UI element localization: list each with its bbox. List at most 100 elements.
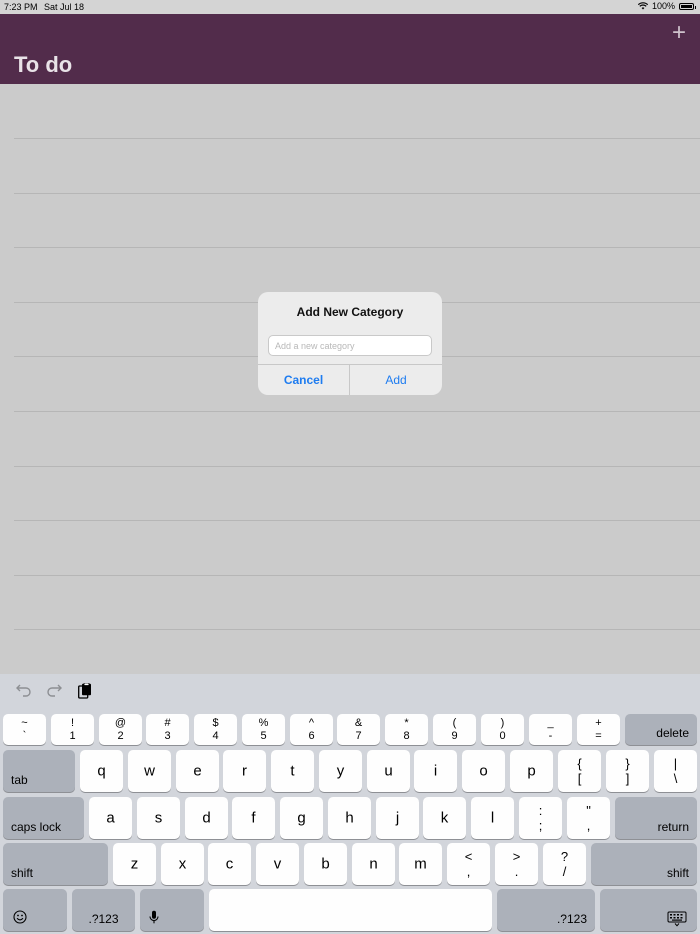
status-time: 7:23 PM — [4, 2, 38, 12]
key-6[interactable]: ^ 6 — [290, 714, 333, 745]
key-period[interactable]: >. — [495, 843, 538, 885]
keyboard-toolbar — [0, 674, 700, 710]
key-k[interactable]: k — [423, 797, 466, 839]
key-j[interactable]: j — [376, 797, 419, 839]
keyboard-dismiss-key[interactable] — [600, 889, 697, 931]
key-minus[interactable]: _ - — [529, 714, 572, 745]
key-bottom-char: ; — [538, 818, 543, 833]
key-1[interactable]: ! 1 — [51, 714, 94, 745]
key-s[interactable]: s — [137, 797, 180, 839]
key-bottom-char: , — [586, 818, 591, 833]
key-4[interactable]: $4 — [194, 714, 237, 745]
key-char: p — [527, 762, 536, 780]
key-top-char: _ — [547, 717, 554, 729]
key-comma[interactable]: <, — [447, 843, 490, 885]
return-key[interactable]: return — [615, 797, 697, 839]
key-char: u — [384, 762, 393, 780]
key-5[interactable]: % 5 — [242, 714, 285, 745]
key-char: h — [345, 809, 354, 827]
key-2[interactable]: @2 — [99, 714, 142, 745]
space-bar[interactable] — [209, 889, 492, 931]
navigation-bar: To do + — [0, 14, 700, 84]
key-b[interactable]: b — [304, 843, 347, 885]
key-char: d — [202, 809, 211, 827]
key-0[interactable]: ) 0 — [481, 714, 524, 745]
key-backtick[interactable]: ~ ` — [3, 714, 46, 745]
key-semicolon[interactable]: :; — [519, 797, 562, 839]
key-label: .?123 — [556, 912, 587, 926]
shift-right-key[interactable]: shift — [591, 843, 697, 885]
key-bottom-char: 6 — [308, 730, 315, 742]
key-e[interactable]: e — [176, 750, 219, 792]
key-top-char: : — [538, 803, 543, 818]
caps-lock-key[interactable]: caps lock — [3, 797, 84, 839]
key-top-char: $ — [212, 717, 219, 729]
category-input[interactable] — [268, 335, 432, 356]
list-separator — [14, 411, 700, 412]
cancel-button[interactable]: Cancel — [258, 365, 349, 395]
key-bottom-char: 1 — [69, 730, 76, 742]
add-category-dialog: Add New Category Cancel Add — [258, 292, 442, 395]
key-l[interactable]: l — [471, 797, 514, 839]
key-top-char: ! — [70, 717, 75, 729]
add-button-dialog[interactable]: Add — [350, 365, 442, 395]
key-r[interactable]: r — [223, 750, 266, 792]
key-7[interactable]: & 7 — [337, 714, 380, 745]
delete-key[interactable]: delete — [625, 714, 697, 745]
key-h[interactable]: h — [328, 797, 371, 839]
key-n[interactable]: n — [352, 843, 395, 885]
key-v[interactable]: v — [256, 843, 299, 885]
wifi-icon — [637, 2, 648, 10]
key-m[interactable]: m — [399, 843, 442, 885]
key-top-char: ~ — [21, 717, 28, 729]
emoji-key[interactable] — [3, 889, 67, 931]
key-backslash[interactable]: | \ — [654, 750, 697, 792]
key-char: g — [297, 809, 306, 827]
key-a[interactable]: a — [89, 797, 132, 839]
key-u[interactable]: u — [367, 750, 410, 792]
key-q[interactable]: q — [80, 750, 123, 792]
key-quote[interactable]: ", — [567, 797, 610, 839]
key-equals[interactable]: + = — [577, 714, 620, 745]
numbers-key-right[interactable]: .?123 — [497, 889, 595, 931]
paste-icon[interactable] — [78, 683, 92, 699]
key-9[interactable]: (9 — [433, 714, 476, 745]
key-o[interactable]: o — [462, 750, 505, 792]
dictation-key[interactable] — [140, 889, 204, 931]
numbers-key-left[interactable]: .?123 — [72, 889, 135, 931]
shift-left-key[interactable]: shift — [3, 843, 108, 885]
key-bottom-char: - — [548, 730, 553, 742]
add-button[interactable]: + — [672, 18, 686, 48]
key-8[interactable]: * 8 — [385, 714, 428, 745]
key-top-char: | — [673, 756, 678, 771]
key-d[interactable]: d — [185, 797, 228, 839]
key-t[interactable]: t — [271, 750, 314, 792]
key-char: b — [321, 855, 330, 873]
key-z[interactable]: z — [113, 843, 156, 885]
key-i[interactable]: i — [414, 750, 457, 792]
key-bracket-left[interactable]: {[ — [558, 750, 601, 792]
key-bottom-char: 2 — [117, 730, 124, 742]
key-slash[interactable]: ? / — [543, 843, 586, 885]
status-date: Sat Jul 18 — [44, 2, 85, 12]
key-c[interactable]: c — [208, 843, 251, 885]
list-separator — [14, 520, 700, 521]
list-separator — [14, 629, 700, 630]
key-w[interactable]: w — [128, 750, 171, 792]
tab-key[interactable]: tab — [3, 750, 75, 792]
key-top-char: % — [258, 717, 269, 729]
key-x[interactable]: x — [161, 843, 204, 885]
key-y[interactable]: y — [319, 750, 362, 792]
redo-icon[interactable] — [46, 683, 62, 697]
key-char: y — [336, 762, 345, 780]
key-bracket-right[interactable]: }] — [606, 750, 649, 792]
key-g[interactable]: g — [280, 797, 323, 839]
undo-icon[interactable] — [16, 683, 32, 697]
key-char: f — [251, 809, 256, 827]
list-separator — [14, 466, 700, 467]
key-p[interactable]: p — [510, 750, 553, 792]
key-3[interactable]: #3 — [146, 714, 189, 745]
key-f[interactable]: f — [232, 797, 275, 839]
key-label: .?123 — [88, 912, 119, 926]
microphone-icon — [149, 910, 159, 924]
